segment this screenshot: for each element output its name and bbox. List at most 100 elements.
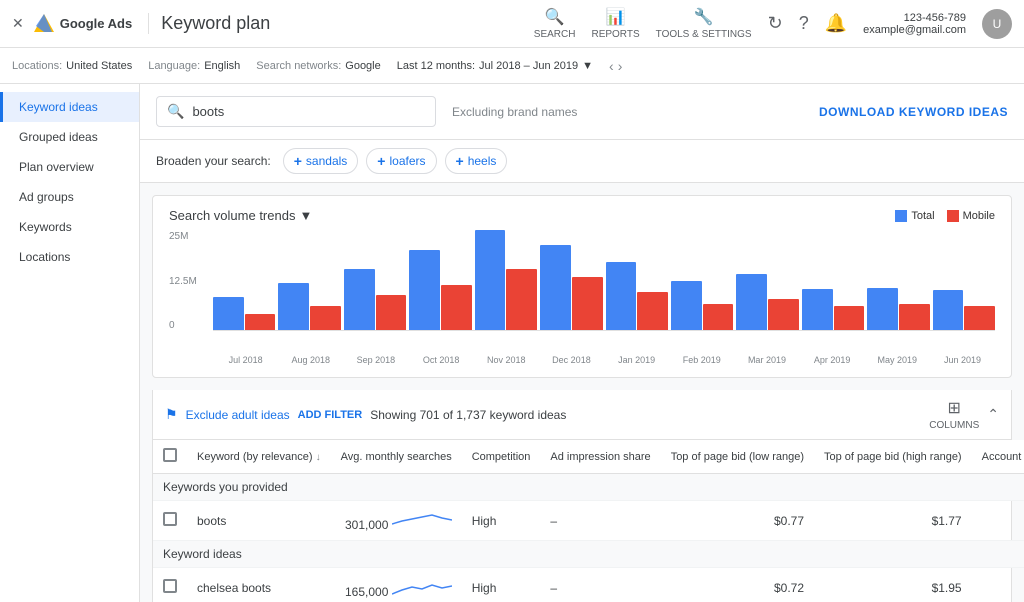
date-range[interactable]: Last 12 months: Jul 2018 – Jun 2019 ▼ bbox=[397, 60, 593, 72]
row-checkbox[interactable] bbox=[163, 512, 177, 526]
chart-section: Search volume trends ▼ Total Mobile bbox=[152, 195, 1012, 378]
broaden-search-area: Broaden your search: + sandals + loafers… bbox=[140, 140, 1024, 183]
bar-total bbox=[540, 245, 571, 330]
date-label: Last 12 months: bbox=[397, 60, 475, 72]
reports-nav-icon[interactable]: 📊 REPORTS bbox=[591, 7, 639, 40]
x-label: Nov 2018 bbox=[474, 355, 539, 365]
sidebar: Keyword ideas Grouped ideas Plan overvie… bbox=[0, 84, 140, 602]
row-checkbox[interactable] bbox=[163, 579, 177, 593]
bar-group bbox=[606, 230, 668, 330]
page-title: Keyword plan bbox=[148, 13, 270, 34]
broaden-tag-heels[interactable]: + heels bbox=[445, 148, 508, 174]
add-filter-button[interactable]: ADD FILTER bbox=[298, 409, 363, 421]
exclude-adult-link[interactable]: Exclude adult ideas bbox=[186, 408, 290, 422]
keywords-table: Keyword (by relevance) ↓ Avg. monthly se… bbox=[153, 440, 1024, 602]
notifications-icon[interactable]: 🔔 bbox=[825, 13, 847, 34]
bar-mobile bbox=[310, 306, 341, 330]
row-checkbox-cell[interactable] bbox=[153, 568, 187, 602]
row-checkbox-cell[interactable] bbox=[153, 501, 187, 541]
refresh-icon[interactable]: ↻ bbox=[768, 13, 783, 34]
columns-button[interactable]: ⊞ COLUMNS bbox=[929, 398, 979, 431]
google-ads-logo-icon bbox=[32, 12, 56, 36]
search-input[interactable] bbox=[192, 104, 392, 119]
help-icon[interactable]: ? bbox=[799, 13, 809, 34]
broaden-tag-sandals[interactable]: + sandals bbox=[283, 148, 359, 174]
nav-arrows: ‹ › bbox=[609, 58, 622, 74]
competition-header[interactable]: Competition bbox=[462, 440, 541, 474]
locations-item: Locations: United States bbox=[12, 60, 132, 72]
bar-group bbox=[409, 230, 471, 330]
close-icon[interactable]: ✕ bbox=[12, 15, 24, 32]
bar-mobile bbox=[834, 306, 865, 330]
bar-total bbox=[475, 230, 506, 330]
avatar[interactable]: U bbox=[982, 9, 1012, 39]
ad-impression-cell: – bbox=[540, 501, 660, 541]
chart-legend: Total Mobile bbox=[895, 210, 995, 222]
x-label: Aug 2018 bbox=[278, 355, 343, 365]
plus-icon: + bbox=[377, 153, 385, 169]
main-layout: Keyword ideas Grouped ideas Plan overvie… bbox=[0, 84, 1024, 602]
bid-high-header[interactable]: Top of page bid (high range) bbox=[814, 440, 972, 474]
account-status-header[interactable]: Account status bbox=[972, 440, 1024, 474]
bid-low-header[interactable]: Top of page bid (low range) bbox=[661, 440, 814, 474]
sidebar-item-ad-groups[interactable]: Ad groups bbox=[0, 182, 139, 212]
bar-mobile bbox=[768, 299, 799, 330]
tools-nav-icon[interactable]: 🔧 TOOLS & SETTINGS bbox=[656, 7, 752, 40]
bar-group bbox=[867, 230, 929, 330]
sidebar-item-keyword-ideas[interactable]: Keyword ideas bbox=[0, 92, 139, 122]
networks-label: Search networks: bbox=[256, 60, 341, 72]
search-nav-icon[interactable]: 🔍 SEARCH bbox=[534, 7, 576, 40]
bar-group bbox=[344, 230, 406, 330]
sidebar-item-keywords[interactable]: Keywords bbox=[0, 212, 139, 242]
sort-icon: ↓ bbox=[316, 452, 321, 463]
chart-title[interactable]: Search volume trends ▼ bbox=[169, 208, 312, 223]
broaden-tag-loafers[interactable]: + loafers bbox=[366, 148, 436, 174]
bar-group bbox=[278, 230, 340, 330]
nav-prev-icon[interactable]: ‹ bbox=[609, 58, 614, 74]
sidebar-item-plan-overview[interactable]: Plan overview bbox=[0, 152, 139, 182]
x-label: Apr 2019 bbox=[800, 355, 865, 365]
select-all-checkbox[interactable] bbox=[163, 448, 177, 462]
bar-mobile bbox=[637, 292, 668, 330]
plus-icon: + bbox=[456, 153, 464, 169]
sidebar-item-locations[interactable]: Locations bbox=[0, 242, 139, 272]
trend-sparkline bbox=[392, 576, 452, 596]
date-dropdown-icon[interactable]: ▼ bbox=[582, 60, 593, 72]
download-button[interactable]: DOWNLOAD KEYWORD IDEAS bbox=[819, 105, 1008, 119]
keyword-header[interactable]: Keyword (by relevance) ↓ bbox=[187, 440, 331, 474]
avg-searches-header[interactable]: Avg. monthly searches bbox=[331, 440, 462, 474]
ad-impression-header[interactable]: Ad impression share bbox=[540, 440, 660, 474]
bar-mobile bbox=[441, 285, 472, 330]
competition-cell: High bbox=[462, 501, 541, 541]
chart-title-dropdown-icon: ▼ bbox=[299, 208, 312, 223]
table-row: chelsea boots 165,000 High – $0.72 $1.95 bbox=[153, 568, 1024, 602]
x-labels: Jul 2018Aug 2018Sep 2018Oct 2018Nov 2018… bbox=[213, 355, 995, 365]
collapse-icon[interactable]: ⌃ bbox=[987, 406, 999, 423]
keyword-ideas-section-header: Keyword ideas bbox=[153, 541, 1024, 568]
table-row: boots 301,000 High – $0.77 $1.77 bbox=[153, 501, 1024, 541]
bar-group bbox=[933, 230, 995, 330]
nav-next-icon[interactable]: › bbox=[618, 58, 623, 74]
bar-group bbox=[736, 230, 798, 330]
bar-group bbox=[540, 230, 602, 330]
legend-total: Total bbox=[895, 210, 934, 222]
bar-mobile bbox=[245, 314, 276, 330]
legend-mobile-box bbox=[947, 210, 959, 222]
sidebar-item-grouped-ideas[interactable]: Grouped ideas bbox=[0, 122, 139, 152]
bar-total bbox=[213, 297, 244, 330]
language-label: Language: bbox=[148, 60, 200, 72]
search-input-wrapper[interactable]: 🔍 bbox=[156, 96, 436, 127]
columns-icon: ⊞ bbox=[948, 398, 961, 418]
bar-mobile bbox=[572, 277, 603, 330]
locations-label: Locations: bbox=[12, 60, 62, 72]
x-label: Dec 2018 bbox=[539, 355, 604, 365]
account-number: 123-456-789 bbox=[863, 12, 966, 24]
bid-low-cell: $0.77 bbox=[661, 501, 814, 541]
locations-value: United States bbox=[66, 60, 132, 72]
top-bar-right: 🔍 SEARCH 📊 REPORTS 🔧 TOOLS & SETTINGS ↻ … bbox=[534, 7, 1012, 40]
top-bar-left: ✕ Google Ads Keyword plan bbox=[12, 12, 534, 36]
select-all-header[interactable] bbox=[153, 440, 187, 474]
bar-total bbox=[344, 269, 375, 330]
chart-wrapper: 25M 12.5M 0 bbox=[169, 231, 995, 351]
filter-count: Showing 701 of 1,737 keyword ideas bbox=[370, 408, 921, 422]
